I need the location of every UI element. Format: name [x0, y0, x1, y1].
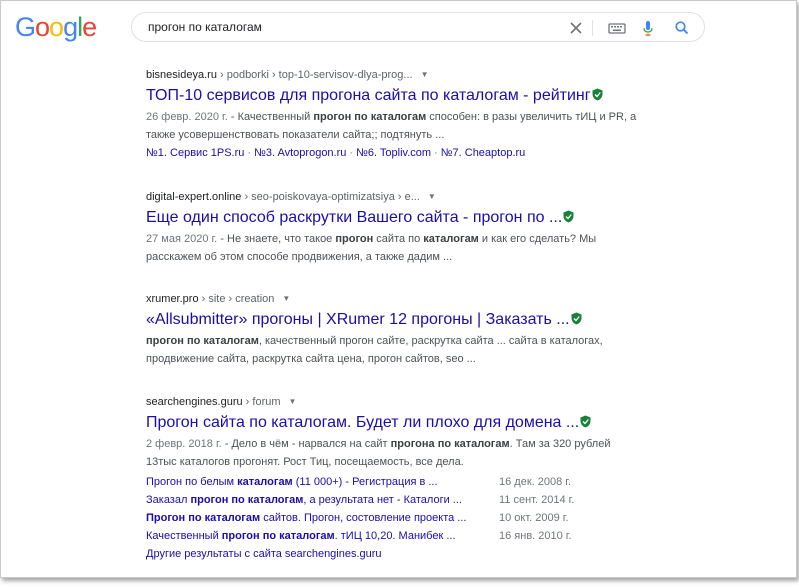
sub-result-link[interactable]: Прогон по каталогам сайтов. Прогон, сост…	[146, 509, 491, 527]
result-path: › podborki › top-10-servisov-dlya-prog..…	[216, 69, 413, 81]
link-text: сайтов. Прогон, состовление проекта ...	[260, 512, 467, 524]
divider	[592, 20, 593, 36]
microphone-icon[interactable]	[638, 18, 658, 38]
verified-shield-icon	[571, 312, 582, 330]
caret-down-icon[interactable]: ▼	[289, 394, 297, 410]
result-url[interactable]: bisnesideya.ru › podborki › top-10-servi…	[146, 67, 641, 83]
snippet-highlight: прогон	[335, 233, 374, 245]
result-snippet: 26 февр. 2020 г. - Качественный прогон п…	[146, 108, 641, 144]
search-box[interactable]	[131, 12, 705, 42]
snippet-text: сайта по	[373, 233, 424, 245]
result-snippet: 2 февр. 2018 г. - Дело в чём - нарвался …	[146, 435, 641, 471]
sub-result-date: 16 дек. 2008 г.	[499, 476, 572, 488]
link-text: Качественный	[146, 530, 222, 542]
result-title-link[interactable]: Прогон сайта по каталогам. Будет ли плох…	[146, 412, 579, 434]
result-path: › site › creation	[198, 293, 275, 305]
link-text: Прогон	[146, 476, 183, 488]
search-result: xrumer.pro › site › creation ▼ «Allsubmit…	[146, 291, 641, 368]
search-header: Google	[1, 1, 796, 57]
sitelink[interactable]: №6. Topliv.com	[356, 147, 431, 159]
sub-result-link[interactable]: Прогон по белым каталогам (11 000+) - Ре…	[146, 473, 491, 491]
link-text: Заказал	[146, 494, 191, 506]
snippet-text: - Дело в чём - нарвался на сайт	[221, 438, 391, 450]
sub-result-date: 10 окт. 2009 г.	[499, 512, 569, 524]
link-highlight: Прогон по каталогам	[146, 512, 261, 524]
sub-result-row: Прогон по белым каталогам (11 000+) - Ре…	[146, 473, 641, 491]
snippet-text: - Не знаете, что такое	[217, 233, 336, 245]
result-domain: bisnesideya.ru	[146, 69, 217, 81]
sitelink[interactable]: №7. Cheaptop.ru	[441, 147, 526, 159]
logo-letter: G	[15, 12, 36, 42]
link-text: (11 000+) - Регистрация в ...	[292, 476, 438, 488]
result-snippet: прогон по каталогам, качественный прогон…	[146, 332, 641, 368]
link-highlight: прогон по каталогам	[190, 494, 304, 506]
snippet-highlight: каталогам	[423, 233, 479, 245]
link-text: по белым	[182, 476, 238, 488]
sub-results: Прогон по белым каталогам (11 000+) - Ре…	[146, 473, 641, 545]
google-logo[interactable]: Google	[15, 12, 97, 43]
sitelinks: №1. Сервис 1PS.ru · №3. Avtoprogon.ru · №6. …	[146, 144, 641, 162]
snippet-highlight: прогон по каталогам	[146, 335, 259, 347]
separator: ·	[247, 147, 252, 159]
link-highlight: прогон по каталогам	[221, 530, 335, 542]
result-path: › forum	[242, 396, 281, 408]
snippet-highlight: прогон по каталогам	[313, 111, 427, 123]
sub-result-link[interactable]: Заказал прогон по каталогам, а результат…	[146, 491, 491, 509]
sub-result-date: 11 сент. 2014 г.	[499, 494, 575, 506]
sub-result-date: 16 янв. 2010 г.	[499, 530, 572, 542]
verified-shield-icon	[592, 88, 603, 106]
logo-letter: g	[63, 12, 78, 42]
verified-shield-icon	[563, 210, 574, 228]
sitelink[interactable]: №3. Avtoprogon.ru	[254, 147, 346, 159]
snippet-text: - Качественный	[227, 111, 314, 123]
result-domain: xrumer.pro	[146, 293, 199, 305]
search-icon[interactable]	[672, 18, 692, 38]
browser-frame: Google прогон по каталогам bisnesideya.r…	[0, 0, 797, 578]
keyboard-icon[interactable]	[607, 18, 627, 38]
caret-down-icon[interactable]: ▼	[421, 67, 429, 83]
sub-result-row: Качественный прогон по каталогам. тИЦ 10…	[146, 527, 641, 545]
sub-result-row: Заказал прогон по каталогам, а результат…	[146, 491, 641, 509]
sub-result-link[interactable]: Качественный прогон по каталогам. тИЦ 10…	[146, 527, 491, 545]
search-input[interactable]	[148, 19, 548, 35]
caret-down-icon[interactable]: ▼	[282, 291, 290, 307]
result-domain: searchengines.guru	[146, 396, 243, 408]
result-snippet: 27 мая 2020 г. - Не знаете, что такое пр…	[146, 230, 641, 266]
link-text: , а результата нет - Каталоги ...	[303, 494, 462, 506]
result-url[interactable]: searchengines.guru › forum ▼	[146, 394, 641, 410]
result-date: 2 февр. 2018 г.	[146, 438, 222, 450]
separator: ·	[434, 147, 438, 159]
separator: ·	[349, 147, 354, 159]
clear-icon[interactable]	[566, 18, 586, 38]
logo-letter: o	[35, 12, 50, 42]
result-title-link[interactable]: «Allsubmitter» прогоны | XRumer 12 прого…	[146, 309, 570, 331]
result-date: 27 мая 2020 г.	[146, 233, 218, 245]
link-text: . тИЦ 10,20. Манибек ...	[334, 530, 456, 542]
search-result: searchengines.guru › forum ▼ Прогон сайта…	[146, 394, 641, 563]
logo-letter: e	[82, 12, 97, 42]
more-results-link[interactable]: Другие результаты с сайта searchengines.…	[146, 545, 641, 563]
snippet-highlight: прогона по каталогам	[390, 438, 510, 450]
search-result: digital-expert.online › seo-poiskovaya-o…	[146, 189, 641, 266]
result-url[interactable]: xrumer.pro › site › creation ▼	[146, 291, 641, 307]
sub-result-row: Прогон по каталогам сайтов. Прогон, сост…	[146, 509, 641, 527]
caret-down-icon[interactable]: ▼	[428, 189, 436, 205]
result-date: 26 февр. 2020 г.	[146, 111, 228, 123]
verified-shield-icon	[580, 415, 591, 433]
result-url[interactable]: digital-expert.online › seo-poiskovaya-o…	[146, 189, 641, 205]
result-path: › seo-poiskovaya-optimizatsiya › e...	[241, 191, 420, 203]
result-domain: digital-expert.online	[146, 191, 242, 203]
logo-letter: o	[49, 12, 64, 42]
sitelink[interactable]: №1. Сервис 1PS.ru	[146, 147, 244, 159]
search-result: bisnesideya.ru › podborki › top-10-servi…	[146, 67, 641, 162]
link-highlight: каталогам	[237, 476, 293, 488]
result-title-link[interactable]: ТОП-10 сервисов для прогона сайта по кат…	[146, 85, 591, 107]
result-title-link[interactable]: Еще один способ раскрутки Вашего сайта -…	[146, 207, 562, 229]
